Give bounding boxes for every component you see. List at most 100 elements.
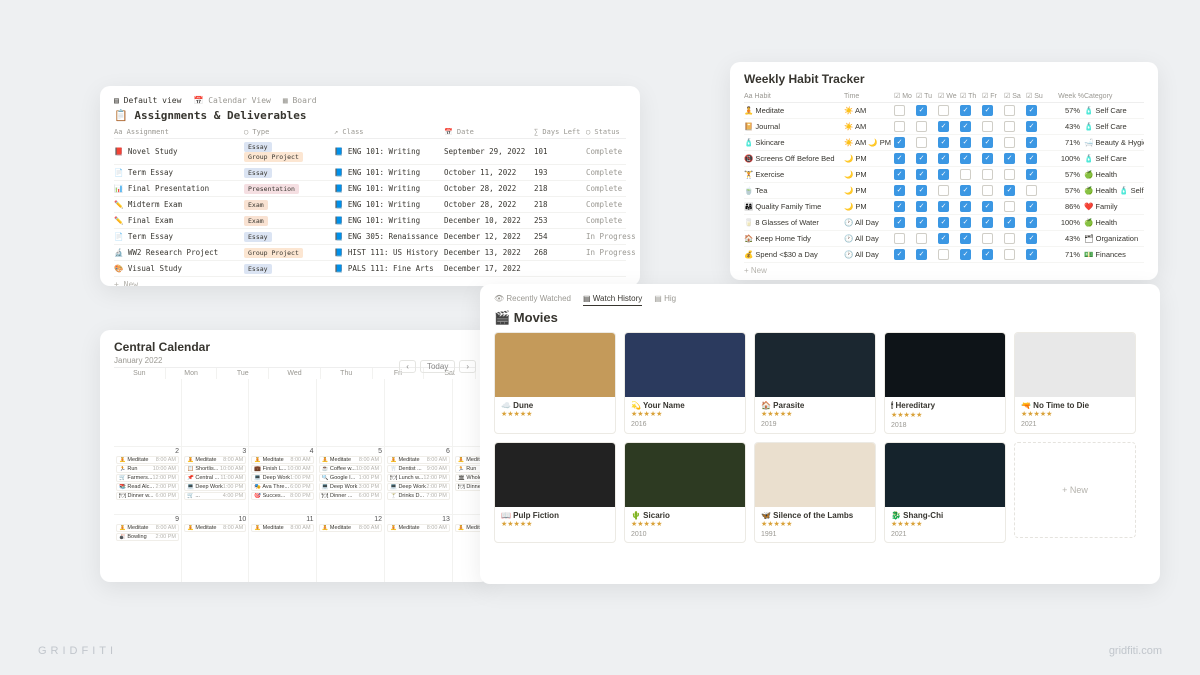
habit-row[interactable]: 🧴 Skincare☀️ AM 🌙 PM✓✓✓✓✓71%🛁 Beauty & H…	[744, 135, 1144, 151]
habit-checkbox[interactable]: ✓	[938, 169, 949, 180]
habit-checkbox[interactable]: ✓	[960, 121, 971, 132]
calendar-event[interactable]: 📌 Central ...11:00 AM	[184, 474, 246, 482]
calendar-event[interactable]: 🧘 Meditate8:00 AM	[319, 456, 383, 464]
habit-checkbox[interactable]: ✓	[960, 233, 971, 244]
habit-checkbox[interactable]	[916, 233, 927, 244]
calendar-today[interactable]: Today	[420, 360, 455, 373]
movie-card[interactable]: 🏠 Parasite★★★★★2019	[754, 332, 876, 434]
habit-checkbox[interactable]: ✓	[894, 169, 905, 180]
assignments-tab[interactable]: ▦ Board	[283, 96, 317, 105]
habit-checkbox[interactable]: ✓	[916, 249, 927, 260]
calendar-event[interactable]: 💼 Finish L...10:00 AM	[251, 465, 313, 473]
movies-add[interactable]: + New	[1014, 442, 1136, 538]
calendar-cell[interactable]: 2🧘 Meditate8:00 AM🏃 Run10:00 AM🛒 Farmers…	[114, 447, 182, 515]
calendar-cell[interactable]	[249, 379, 316, 447]
movies-tab[interactable]: 👁 Recently Watched	[494, 294, 571, 306]
calendar-event[interactable]: 🍽 Dinner ...6:00 PM	[319, 492, 383, 500]
assignment-row[interactable]: 📄 Term EssayEssay📘 ENG 305: RenaissanceD…	[114, 229, 626, 245]
calendar-event[interactable]: 🎭 Ava Thre...6:00 PM	[251, 483, 313, 491]
habit-checkbox[interactable]	[894, 233, 905, 244]
habit-checkbox[interactable]: ✓	[1026, 249, 1037, 260]
habit-checkbox[interactable]: ✓	[1026, 153, 1037, 164]
assignment-row[interactable]: 📕 Novel StudyEssayGroup Project📘 ENG 101…	[114, 139, 626, 165]
assignment-row[interactable]: 📊 Final PresentationPresentation📘 ENG 10…	[114, 181, 626, 197]
calendar-event[interactable]: 🍽 Lunch w...12:00 PM	[387, 474, 450, 482]
calendar-event[interactable]: 🛒 ...4:00 PM	[184, 492, 246, 500]
calendar-event[interactable]: 🦷 Dentist ...9:00 AM	[387, 465, 450, 473]
habit-checkbox[interactable]: ✓	[916, 201, 927, 212]
habit-checkbox[interactable]: ✓	[1004, 217, 1015, 228]
habit-checkbox[interactable]: ✓	[916, 185, 927, 196]
calendar-prev[interactable]: ‹	[399, 360, 416, 373]
habit-checkbox[interactable]	[982, 169, 993, 180]
calendar-event[interactable]: 🧘 Meditate8:00 AM	[319, 524, 383, 532]
habit-checkbox[interactable]: ✓	[894, 153, 905, 164]
calendar-event[interactable]: 📋 Shortlis...10:00 AM	[184, 465, 246, 473]
calendar-event[interactable]: 📚 Read Alc...2:00 PM	[116, 483, 179, 491]
calendar-event[interactable]: 🍽 Dinner w...6:00 PM	[116, 492, 179, 500]
habit-checkbox[interactable]	[1004, 201, 1015, 212]
calendar-cell[interactable]: 6🧘 Meditate8:00 AM🦷 Dentist ...9:00 AM🍽 …	[385, 447, 453, 515]
movie-card[interactable]: 🔫 No Time to Die★★★★★2021	[1014, 332, 1136, 434]
habit-checkbox[interactable]: ✓	[960, 249, 971, 260]
habit-checkbox[interactable]	[916, 137, 927, 148]
habit-row[interactable]: 🍵 Tea🌙 PM✓✓✓✓57%🍏 Health 🧴 Self Ca	[744, 183, 1144, 199]
assignment-row[interactable]: ✏️ Final ExamExam📘 ENG 101: WritingDecem…	[114, 213, 626, 229]
habit-checkbox[interactable]: ✓	[982, 153, 993, 164]
habit-row[interactable]: 📵 Screens Off Before Bed🌙 PM✓✓✓✓✓✓✓100%🧴…	[744, 151, 1144, 167]
habit-checkbox[interactable]: ✓	[916, 217, 927, 228]
habit-checkbox[interactable]	[1004, 169, 1015, 180]
movie-card[interactable]: 💫 Your Name★★★★★2016	[624, 332, 746, 434]
habit-checkbox[interactable]	[938, 249, 949, 260]
habit-checkbox[interactable]	[1004, 249, 1015, 260]
habit-row[interactable]: 🏋️ Exercise🌙 PM✓✓✓✓57%🍏 Health	[744, 167, 1144, 183]
habit-checkbox[interactable]: ✓	[1026, 105, 1037, 116]
habit-checkbox[interactable]: ✓	[960, 153, 971, 164]
calendar-cell[interactable]: 10🧘 Meditate8:00 AM	[182, 515, 249, 582]
habit-checkbox[interactable]: ✓	[894, 185, 905, 196]
habit-checkbox[interactable]	[938, 185, 949, 196]
habit-checkbox[interactable]	[938, 105, 949, 116]
habit-checkbox[interactable]: ✓	[960, 185, 971, 196]
habit-checkbox[interactable]	[960, 169, 971, 180]
movies-tab[interactable]: ▤ Hig	[654, 294, 676, 306]
habit-checkbox[interactable]: ✓	[960, 201, 971, 212]
assignments-tab[interactable]: 📅 Calendar View	[193, 96, 270, 105]
habit-checkbox[interactable]: ✓	[960, 105, 971, 116]
habit-checkbox[interactable]: ✓	[894, 201, 905, 212]
calendar-event[interactable]: 🧘 Meditate8:00 AM	[116, 456, 179, 464]
habit-checkbox[interactable]: ✓	[960, 137, 971, 148]
habit-checkbox[interactable]	[916, 121, 927, 132]
habit-row[interactable]: 🥛 8 Glasses of Water🕐 All Day✓✓✓✓✓✓✓100%…	[744, 215, 1144, 231]
habit-checkbox[interactable]: ✓	[1026, 217, 1037, 228]
habit-checkbox[interactable]	[894, 121, 905, 132]
calendar-cell[interactable]: 12🧘 Meditate8:00 AM	[317, 515, 386, 582]
habit-checkbox[interactable]	[1004, 233, 1015, 244]
calendar-event[interactable]: 💻 Deep Work3:00 PM	[319, 483, 383, 491]
assignments-tab[interactable]: ▤ Default view	[114, 96, 181, 105]
habit-checkbox[interactable]: ✓	[1026, 201, 1037, 212]
calendar-event[interactable]: 🏃 Run10:00 AM	[116, 465, 179, 473]
habit-row[interactable]: 👨‍👩‍👧 Quality Family Time🌙 PM✓✓✓✓✓✓86%❤️…	[744, 199, 1144, 215]
habit-checkbox[interactable]: ✓	[1004, 153, 1015, 164]
calendar-event[interactable]: 💻 Deep Work1:00 PM	[251, 474, 313, 482]
habit-checkbox[interactable]: ✓	[960, 217, 971, 228]
habit-checkbox[interactable]: ✓	[1026, 169, 1037, 180]
habit-checkbox[interactable]: ✓	[982, 105, 993, 116]
habit-checkbox[interactable]	[1004, 137, 1015, 148]
habit-checkbox[interactable]: ✓	[894, 137, 905, 148]
movie-card[interactable]: 🌵 Sicario★★★★★2010	[624, 442, 746, 543]
calendar-cell[interactable]	[114, 379, 182, 447]
movie-card[interactable]: 🐉 Shang-Chi★★★★★2021	[884, 442, 1006, 543]
habit-checkbox[interactable]	[894, 105, 905, 116]
calendar-event[interactable]: 💻 Deep Work2:00 PM	[387, 483, 450, 491]
calendar-event[interactable]: 🧘 Meditate8:00 AM	[116, 524, 179, 532]
habit-checkbox[interactable]: ✓	[894, 217, 905, 228]
calendar-cell[interactable]	[317, 379, 386, 447]
habit-checkbox[interactable]: ✓	[916, 169, 927, 180]
habit-checkbox[interactable]: ✓	[938, 137, 949, 148]
calendar-cell[interactable]: 11🧘 Meditate8:00 AM	[249, 515, 316, 582]
calendar-cell[interactable]	[182, 379, 249, 447]
movie-card[interactable]: 🦋 Silence of the Lambs★★★★★1991	[754, 442, 876, 543]
assignment-row[interactable]: 🔬 WW2 Research ProjectGroup Project📘 HIS…	[114, 245, 626, 261]
